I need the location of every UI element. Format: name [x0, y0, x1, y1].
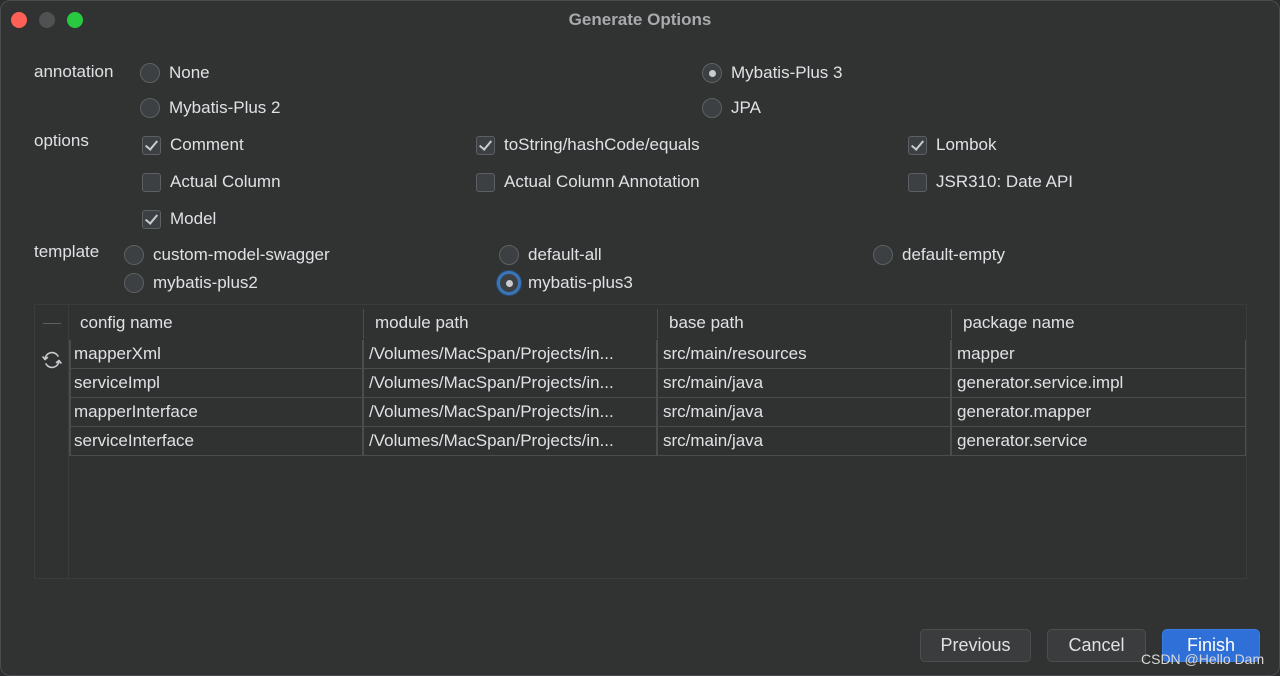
table-toolbar [35, 305, 69, 578]
cell-config-name[interactable]: serviceImpl [69, 369, 362, 397]
checkbox[interactable] [908, 135, 927, 155]
column-header-package-name[interactable]: package name [952, 305, 1245, 340]
radio-button[interactable] [140, 98, 160, 118]
checkbox[interactable] [142, 172, 161, 192]
radio-button[interactable] [702, 98, 722, 118]
template-radio-default-empty[interactable]: default-empty [873, 243, 1005, 267]
table-row[interactable]: mapperXml /Volumes/MacSpan/Projects/in..… [69, 340, 1246, 369]
radio-label: Mybatis-Plus 3 [731, 63, 843, 82]
option-actual-column-annotation[interactable]: Actual Column Annotation [476, 170, 700, 194]
checkbox-label: Comment [170, 135, 244, 154]
annotation-label: annotation [34, 62, 114, 81]
dialog-title: Generate Options [568, 10, 712, 29]
radio-label: custom-model-swagger [153, 245, 330, 264]
cell-package-name[interactable]: generator.service.impl [952, 369, 1243, 397]
radio-label: default-all [528, 245, 602, 264]
checkbox-label: toString/hashCode/equals [504, 135, 700, 154]
option-actual-column[interactable]: Actual Column [142, 170, 281, 194]
cell-package-name[interactable]: generator.service [952, 427, 1243, 455]
checkbox-label: JSR310: Date API [936, 172, 1074, 191]
cell-config-name[interactable]: mapperXml [69, 340, 362, 368]
option-tostring-hashcode-equals[interactable]: toString/hashCode/equals [476, 133, 700, 157]
config-table: config name module path base path packag… [34, 304, 1247, 579]
annotation-radio-none[interactable]: None [140, 61, 210, 85]
template-label: template [34, 242, 100, 261]
title-bar: Generate Options [1, 1, 1279, 39]
previous-button[interactable]: Previous [920, 629, 1031, 662]
checkbox-label: Actual Column Annotation [504, 172, 700, 191]
template-radio-mybatis-plus3[interactable]: mybatis-plus3 [497, 271, 633, 295]
annotation-radio-mybatis-plus-2[interactable]: Mybatis-Plus 2 [140, 96, 280, 120]
cell-base-path[interactable]: src/main/java [658, 369, 949, 397]
radio-button[interactable] [124, 273, 144, 293]
checkbox[interactable] [908, 172, 927, 192]
column-header-config-name[interactable]: config name [69, 305, 363, 340]
radio-label: Mybatis-Plus 2 [169, 98, 281, 117]
radio-button[interactable] [702, 63, 722, 83]
radio-label: JPA [731, 98, 761, 117]
cell-module-path[interactable]: /Volumes/MacSpan/Projects/in... [364, 427, 655, 455]
cell-base-path[interactable]: src/main/java [658, 427, 949, 455]
table-row[interactable]: serviceInterface /Volumes/MacSpan/Projec… [69, 427, 1246, 456]
cell-package-name[interactable]: generator.mapper [952, 398, 1243, 426]
radio-label: mybatis-plus3 [528, 273, 633, 292]
column-header-module-path[interactable]: module path [364, 305, 657, 340]
option-model[interactable]: Model [142, 207, 216, 231]
checkbox-label: Lombok [936, 135, 997, 154]
cell-config-name[interactable]: serviceInterface [69, 427, 362, 455]
generate-options-dialog: Generate Options annotation None Mybatis… [0, 0, 1280, 676]
radio-label: default-empty [902, 245, 1005, 264]
checkbox[interactable] [476, 135, 495, 155]
option-lombok[interactable]: Lombok [908, 133, 996, 157]
column-header-base-path[interactable]: base path [658, 305, 951, 340]
option-jsr310-date-api[interactable]: JSR310: Date API [908, 170, 1073, 194]
option-comment[interactable]: Comment [142, 133, 244, 157]
template-radio-mybatis-plus2[interactable]: mybatis-plus2 [124, 271, 258, 295]
checkbox-label: Actual Column [170, 172, 281, 191]
template-radio-custom-model-swagger[interactable]: custom-model-swagger [124, 243, 330, 267]
radio-button[interactable] [124, 245, 144, 265]
cell-base-path[interactable]: src/main/resources [658, 340, 949, 368]
table-row[interactable]: serviceImpl /Volumes/MacSpan/Projects/in… [69, 369, 1246, 398]
refresh-icon[interactable] [40, 348, 64, 372]
table-row[interactable]: mapperInterface /Volumes/MacSpan/Project… [69, 398, 1246, 427]
watermark: CSDN @Hello Dam [1141, 651, 1265, 667]
cancel-button[interactable]: Cancel [1047, 629, 1146, 662]
cell-module-path[interactable]: /Volumes/MacSpan/Projects/in... [364, 340, 655, 368]
checkbox[interactable] [476, 172, 495, 192]
minus-icon[interactable] [43, 323, 61, 324]
radio-button[interactable] [873, 245, 893, 265]
radio-button[interactable] [499, 245, 519, 265]
cell-module-path[interactable]: /Volumes/MacSpan/Projects/in... [364, 398, 655, 426]
radio-button[interactable] [140, 63, 160, 83]
cell-config-name[interactable]: mapperInterface [69, 398, 362, 426]
template-radio-default-all[interactable]: default-all [499, 243, 602, 267]
options-label: options [34, 131, 89, 150]
radio-button[interactable] [497, 271, 521, 295]
annotation-radio-jpa[interactable]: JPA [702, 96, 761, 120]
radio-label: None [169, 63, 210, 82]
cell-base-path[interactable]: src/main/java [658, 398, 949, 426]
checkbox[interactable] [142, 135, 161, 155]
radio-label: mybatis-plus2 [153, 273, 258, 292]
annotation-radio-mybatis-plus-3[interactable]: Mybatis-Plus 3 [702, 61, 842, 85]
cell-package-name[interactable]: mapper [952, 340, 1243, 368]
table-header: config name module path base path packag… [69, 305, 1246, 340]
checkbox-label: Model [170, 209, 217, 228]
cell-module-path[interactable]: /Volumes/MacSpan/Projects/in... [364, 369, 655, 397]
checkbox[interactable] [142, 209, 161, 229]
